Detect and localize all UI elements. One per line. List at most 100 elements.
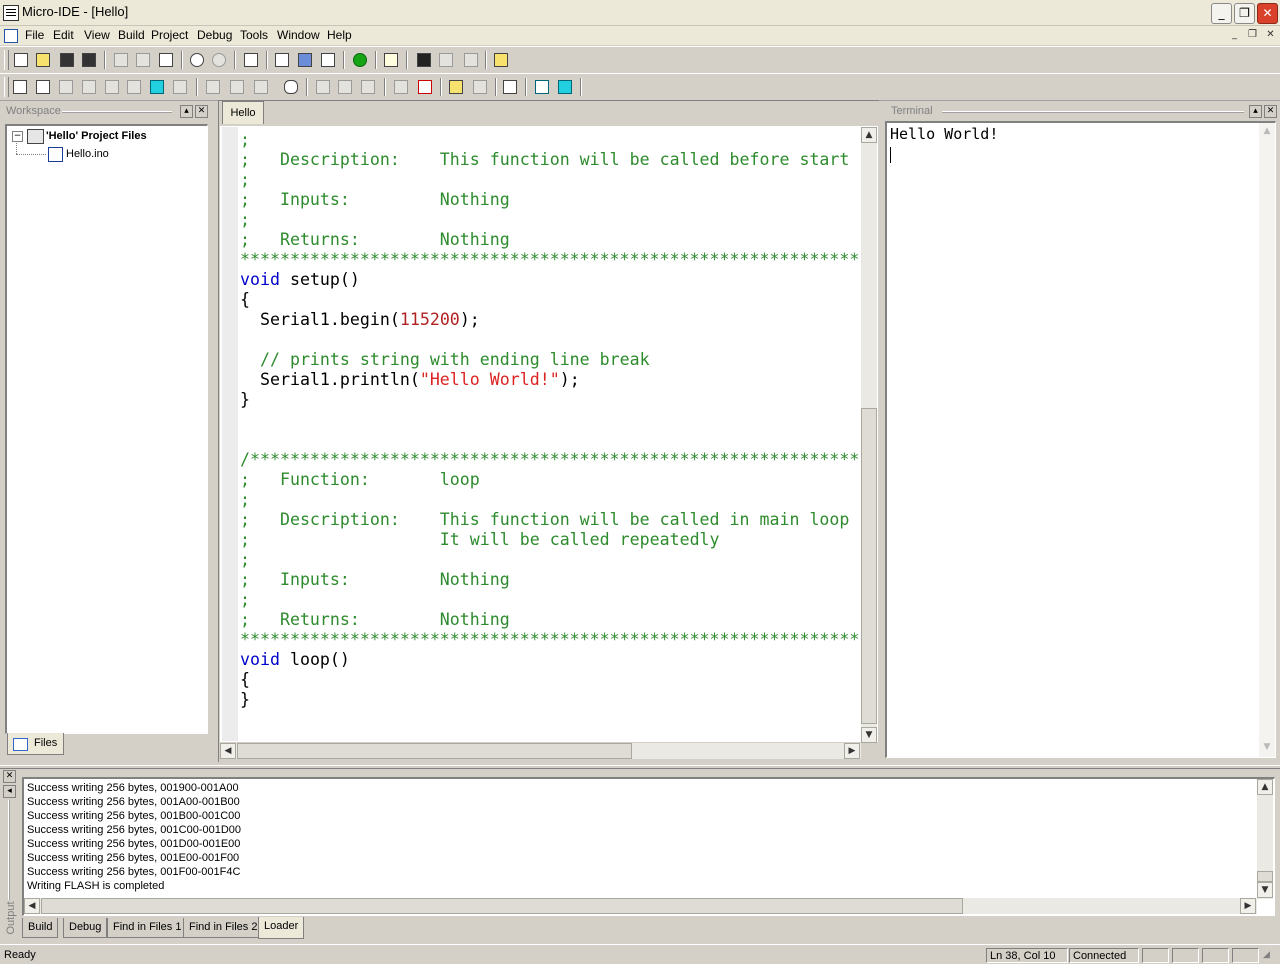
tab-build[interactable]: Build xyxy=(22,918,59,938)
step-over-2-icon[interactable] xyxy=(336,78,354,96)
tab-loader[interactable]: Loader xyxy=(258,917,305,939)
watch-icon[interactable] xyxy=(57,78,75,96)
menu-tools[interactable]: Tools xyxy=(240,28,268,42)
output-scroll-left-icon[interactable]: ◀ xyxy=(24,898,40,914)
scroll-left-icon[interactable]: ◀ xyxy=(220,743,236,759)
properties-icon[interactable] xyxy=(501,78,519,96)
toolbar-grip[interactable] xyxy=(4,50,9,70)
menu-help[interactable]: Help xyxy=(327,28,352,42)
scroll-up-icon[interactable]: ▲ xyxy=(861,127,877,143)
menu-file[interactable]: File xyxy=(25,28,44,42)
tab-find-in-files-1[interactable]: Find in Files 1 xyxy=(107,918,188,938)
minimize-button[interactable]: _ xyxy=(1211,3,1232,24)
output-splitter[interactable] xyxy=(0,765,1280,769)
menu-view[interactable]: View xyxy=(84,28,110,42)
undo-icon[interactable] xyxy=(188,51,206,69)
output-hscroll-thumb[interactable] xyxy=(41,898,963,914)
registers-icon[interactable] xyxy=(80,78,98,96)
disconnect-icon[interactable] xyxy=(471,78,489,96)
terminal-scroll-up-icon[interactable]: ▲ xyxy=(1259,123,1275,139)
terminal-area[interactable]: Hello World! ▲ ▼ xyxy=(885,121,1276,758)
compile-icon[interactable] xyxy=(319,51,337,69)
workspace-close-button[interactable]: ✕ xyxy=(195,105,208,118)
connect-icon[interactable] xyxy=(447,78,465,96)
tree-collapse-toggle[interactable]: − xyxy=(12,131,23,142)
terminal-close-button[interactable]: ✕ xyxy=(1264,105,1277,118)
output-float-button[interactable]: ◂ xyxy=(3,785,16,798)
find-icon[interactable] xyxy=(415,51,433,69)
step-into-icon[interactable] xyxy=(204,78,222,96)
new-file-icon[interactable] xyxy=(12,51,30,69)
clear-breakpoints-icon[interactable] xyxy=(416,78,434,96)
terminal-float-button[interactable]: ▴ xyxy=(1249,105,1262,118)
output-scroll-thumb[interactable] xyxy=(1257,871,1273,882)
editor-scroll-thumb[interactable] xyxy=(861,408,877,724)
workspace-view-icon[interactable] xyxy=(11,78,29,96)
step-out-icon[interactable] xyxy=(252,78,270,96)
resize-grip-icon[interactable]: ◢ xyxy=(1263,950,1277,963)
document-icon[interactable] xyxy=(4,29,18,43)
find-prev-icon[interactable] xyxy=(462,51,480,69)
find-next-icon[interactable] xyxy=(437,51,455,69)
output-scroll-down-icon[interactable]: ▼ xyxy=(1257,882,1273,898)
terminal-vertical-scrollbar[interactable]: ▲ ▼ xyxy=(1259,123,1275,757)
terminal-icon[interactable] xyxy=(148,78,166,96)
tab-debug[interactable]: Debug xyxy=(63,918,108,938)
toolbar-grip[interactable] xyxy=(4,77,9,97)
halt-icon[interactable] xyxy=(282,78,300,96)
code-editor[interactable]: ;; Description: This function will be ca… xyxy=(240,130,858,740)
find-in-files-icon[interactable] xyxy=(492,51,510,69)
output-area[interactable]: Success writing 256 bytes, 001900-001A00… xyxy=(22,777,1275,916)
workspace-float-button[interactable]: ▴ xyxy=(180,105,193,118)
step-over-icon[interactable] xyxy=(228,78,246,96)
cut-icon[interactable] xyxy=(112,51,130,69)
scroll-right-icon[interactable]: ▶ xyxy=(844,743,860,759)
mdi-minimize-button[interactable]: _ xyxy=(1228,29,1241,41)
disassembly-icon[interactable] xyxy=(171,78,189,96)
copy-icon[interactable] xyxy=(134,51,152,69)
editor-vertical-scrollbar[interactable]: ▲ ▼ xyxy=(861,127,877,743)
rebuild-icon[interactable] xyxy=(296,51,314,69)
project-node[interactable]: 'Hello' Project Files xyxy=(46,130,147,142)
open-folder-icon[interactable] xyxy=(34,51,52,69)
save-icon[interactable] xyxy=(58,51,76,69)
terminal-scroll-down-icon[interactable]: ▼ xyxy=(1259,739,1275,755)
output-horizontal-scrollbar[interactable]: ◀ ▶ xyxy=(24,898,1257,914)
monitor-icon[interactable] xyxy=(533,78,551,96)
menu-build[interactable]: Build xyxy=(118,28,145,42)
step-out-2-icon[interactable] xyxy=(359,78,377,96)
mdi-close-button[interactable]: ✕ xyxy=(1264,29,1277,41)
output-scroll-right-icon[interactable]: ▶ xyxy=(1240,898,1256,914)
editor-horizontal-scrollbar[interactable]: ◀ ▶ xyxy=(220,743,861,759)
code-token: ; xyxy=(240,550,250,569)
menu-project[interactable]: Project xyxy=(151,28,188,42)
screen-icon[interactable] xyxy=(556,78,574,96)
run-icon[interactable] xyxy=(351,51,369,69)
editor-hscroll-thumb[interactable] xyxy=(237,743,632,759)
output-scroll-up-icon[interactable]: ▲ xyxy=(1257,779,1273,795)
file-node-hello[interactable]: Hello.ino xyxy=(66,148,109,160)
menu-window[interactable]: Window xyxy=(277,28,320,42)
build-icon[interactable] xyxy=(273,51,291,69)
memory-icon[interactable] xyxy=(103,78,121,96)
call-stack-icon[interactable] xyxy=(125,78,143,96)
tab-find-in-files-2[interactable]: Find in Files 2 xyxy=(183,918,264,938)
help-icon[interactable] xyxy=(382,51,400,69)
menu-debug[interactable]: Debug xyxy=(197,28,232,42)
scroll-down-icon[interactable]: ▼ xyxy=(861,727,877,743)
redo-icon[interactable] xyxy=(210,51,228,69)
close-button[interactable]: ✕ xyxy=(1257,3,1278,24)
step-into-2-icon[interactable] xyxy=(314,78,332,96)
print-icon[interactable] xyxy=(242,51,260,69)
editor-tab-hello[interactable]: Hello xyxy=(222,101,264,124)
output-view-icon[interactable] xyxy=(34,78,52,96)
mdi-restore-button[interactable]: ❐ xyxy=(1246,29,1259,41)
save-all-icon[interactable] xyxy=(80,51,98,69)
paste-icon[interactable] xyxy=(157,51,175,69)
output-close-button[interactable]: ✕ xyxy=(3,770,16,783)
menu-edit[interactable]: Edit xyxy=(53,28,74,42)
tab-files[interactable]: Files xyxy=(7,733,64,755)
maximize-button[interactable]: ❐ xyxy=(1234,3,1255,24)
output-vertical-scrollbar[interactable]: ▲ ▼ xyxy=(1257,779,1273,899)
breakpoint-icon[interactable] xyxy=(392,78,410,96)
